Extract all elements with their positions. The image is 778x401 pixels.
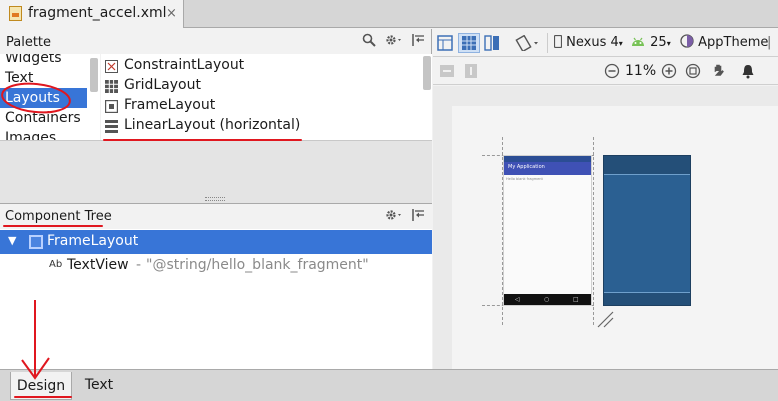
widget-label: FrameLayout xyxy=(124,97,216,113)
pan-icon[interactable] xyxy=(711,61,727,81)
widget-gridlayout[interactable]: GridLayout xyxy=(101,75,421,95)
zoom-in-icon[interactable] xyxy=(661,61,677,81)
widget-constraintlayout[interactable]: ConstraintLayout xyxy=(101,55,421,75)
device-label: Nexus 4 xyxy=(566,35,619,50)
widget-label: ConstraintLayout xyxy=(124,57,245,73)
file-tab-label: fragment_accel.xml xyxy=(28,5,167,21)
category-containers[interactable]: Containers xyxy=(0,108,87,128)
api-label: 25 xyxy=(650,35,667,50)
category-images[interactable]: Images xyxy=(0,128,87,140)
category-scrollbar[interactable] xyxy=(90,58,98,92)
collapse-icon[interactable] xyxy=(411,33,425,51)
api-selector[interactable]: 25▾ xyxy=(630,33,671,53)
back-icon: ◁ xyxy=(515,296,520,303)
file-xml-icon xyxy=(9,6,22,21)
component-tree-title: Component Tree xyxy=(5,209,112,224)
recents-icon: □ xyxy=(573,296,579,303)
blueprint-preview[interactable] xyxy=(603,155,691,306)
palette-title: Palette xyxy=(6,35,52,50)
editor-tab-bar: fragment_accel.xml × xyxy=(0,0,778,28)
left-panel: Palette Widgets Text Layouts Containers … xyxy=(0,29,432,369)
tree-row-value: "@string/hello_blank_fragment" xyxy=(146,257,369,273)
layout-toolbar: Nexus 4▾ 25▾ AppTheme | xyxy=(433,29,778,57)
preview-textview: Hello blank fragment xyxy=(506,177,543,181)
chevron-down-icon: ▾ xyxy=(618,39,623,48)
zoom-level: 11% xyxy=(625,63,657,79)
tree-row-framelayout[interactable]: ▼ FrameLayout xyxy=(0,230,432,254)
tree-row-separator: - xyxy=(136,257,142,273)
frame-layout-icon xyxy=(29,235,43,249)
device-icon xyxy=(553,34,563,49)
widget-label: LinearLayout (horizontal) xyxy=(124,117,301,133)
more-icon[interactable]: | xyxy=(767,33,771,53)
close-icon[interactable]: × xyxy=(166,6,177,21)
design-preview[interactable]: My Application Hello blank fragment ◁ ○ … xyxy=(503,155,592,306)
panel-splitter[interactable] xyxy=(205,197,225,201)
widget-framelayout[interactable]: FrameLayout xyxy=(101,95,421,115)
tree-row-label: TextView xyxy=(67,257,129,273)
theme-label: AppTheme xyxy=(698,35,769,50)
linear-layout-icon xyxy=(105,119,118,133)
navigation-bar: ◁ ○ □ xyxy=(504,294,591,305)
both-views-icon[interactable] xyxy=(484,33,500,53)
annotation-underline xyxy=(14,396,72,398)
category-text[interactable]: Text xyxy=(0,68,87,88)
palette-category-list: Widgets Text Layouts Containers Images xyxy=(0,54,100,140)
widget-scrollbar[interactable] xyxy=(423,56,431,90)
palette-widget-list: ConstraintLayout GridLayout FrameLayout … xyxy=(101,54,432,140)
widget-label: GridLayout xyxy=(124,77,201,93)
file-tab[interactable]: fragment_accel.xml × xyxy=(0,0,184,28)
resize-handle-icon[interactable] xyxy=(596,310,614,328)
search-icon[interactable] xyxy=(362,33,376,51)
gear-icon[interactable] xyxy=(384,208,404,226)
gear-icon[interactable] xyxy=(384,33,404,51)
constraint-layout-icon xyxy=(105,59,118,73)
home-icon: ○ xyxy=(544,296,550,303)
blueprint-nav-bar xyxy=(604,292,690,305)
bounds-guide xyxy=(593,137,594,325)
zoom-out-icon[interactable] xyxy=(604,61,620,81)
android-api-icon xyxy=(632,37,644,46)
orientation-horizontal-icon[interactable] xyxy=(439,61,455,81)
component-tree: ▼ FrameLayout Ab TextView - "@string/hel… xyxy=(0,229,432,369)
blueprint-view-icon[interactable] xyxy=(458,33,480,53)
grid-layout-icon xyxy=(105,79,118,93)
textview-icon: Ab xyxy=(49,259,63,270)
blueprint-app-bar xyxy=(604,156,690,175)
bottom-tab-bar: Design Text xyxy=(0,369,778,401)
annotation-underline xyxy=(103,139,302,141)
zoom-fit-icon[interactable] xyxy=(685,61,701,81)
collapse-icon[interactable] xyxy=(411,208,425,226)
tree-row-textview[interactable]: Ab TextView - "@string/hello_blank_fragm… xyxy=(0,254,432,278)
tab-text[interactable]: Text xyxy=(72,372,126,398)
warning-icon[interactable] xyxy=(741,61,755,81)
category-widgets[interactable]: Widgets xyxy=(0,54,87,68)
device-selector[interactable]: Nexus 4▾ xyxy=(547,33,623,53)
widget-linearlayout-horizontal[interactable]: LinearLayout (horizontal) xyxy=(101,115,421,135)
orientation-vertical-icon[interactable] xyxy=(463,61,479,81)
zoom-toolbar: 11% xyxy=(433,57,778,85)
chevron-down-icon: ▾ xyxy=(666,39,671,48)
annotation-underline xyxy=(3,225,103,227)
rotate-icon[interactable] xyxy=(515,33,541,53)
theme-selector[interactable]: AppTheme xyxy=(680,33,768,53)
palette-header: Palette xyxy=(0,29,432,54)
tree-row-label: FrameLayout xyxy=(47,233,139,249)
app-bar-title: My Application xyxy=(508,164,545,170)
design-view-icon[interactable] xyxy=(437,33,453,53)
category-layouts[interactable]: Layouts xyxy=(0,88,87,108)
frame-layout-icon xyxy=(104,99,119,114)
theme-icon xyxy=(680,34,694,48)
expand-arrow-icon[interactable]: ▼ xyxy=(8,234,16,247)
